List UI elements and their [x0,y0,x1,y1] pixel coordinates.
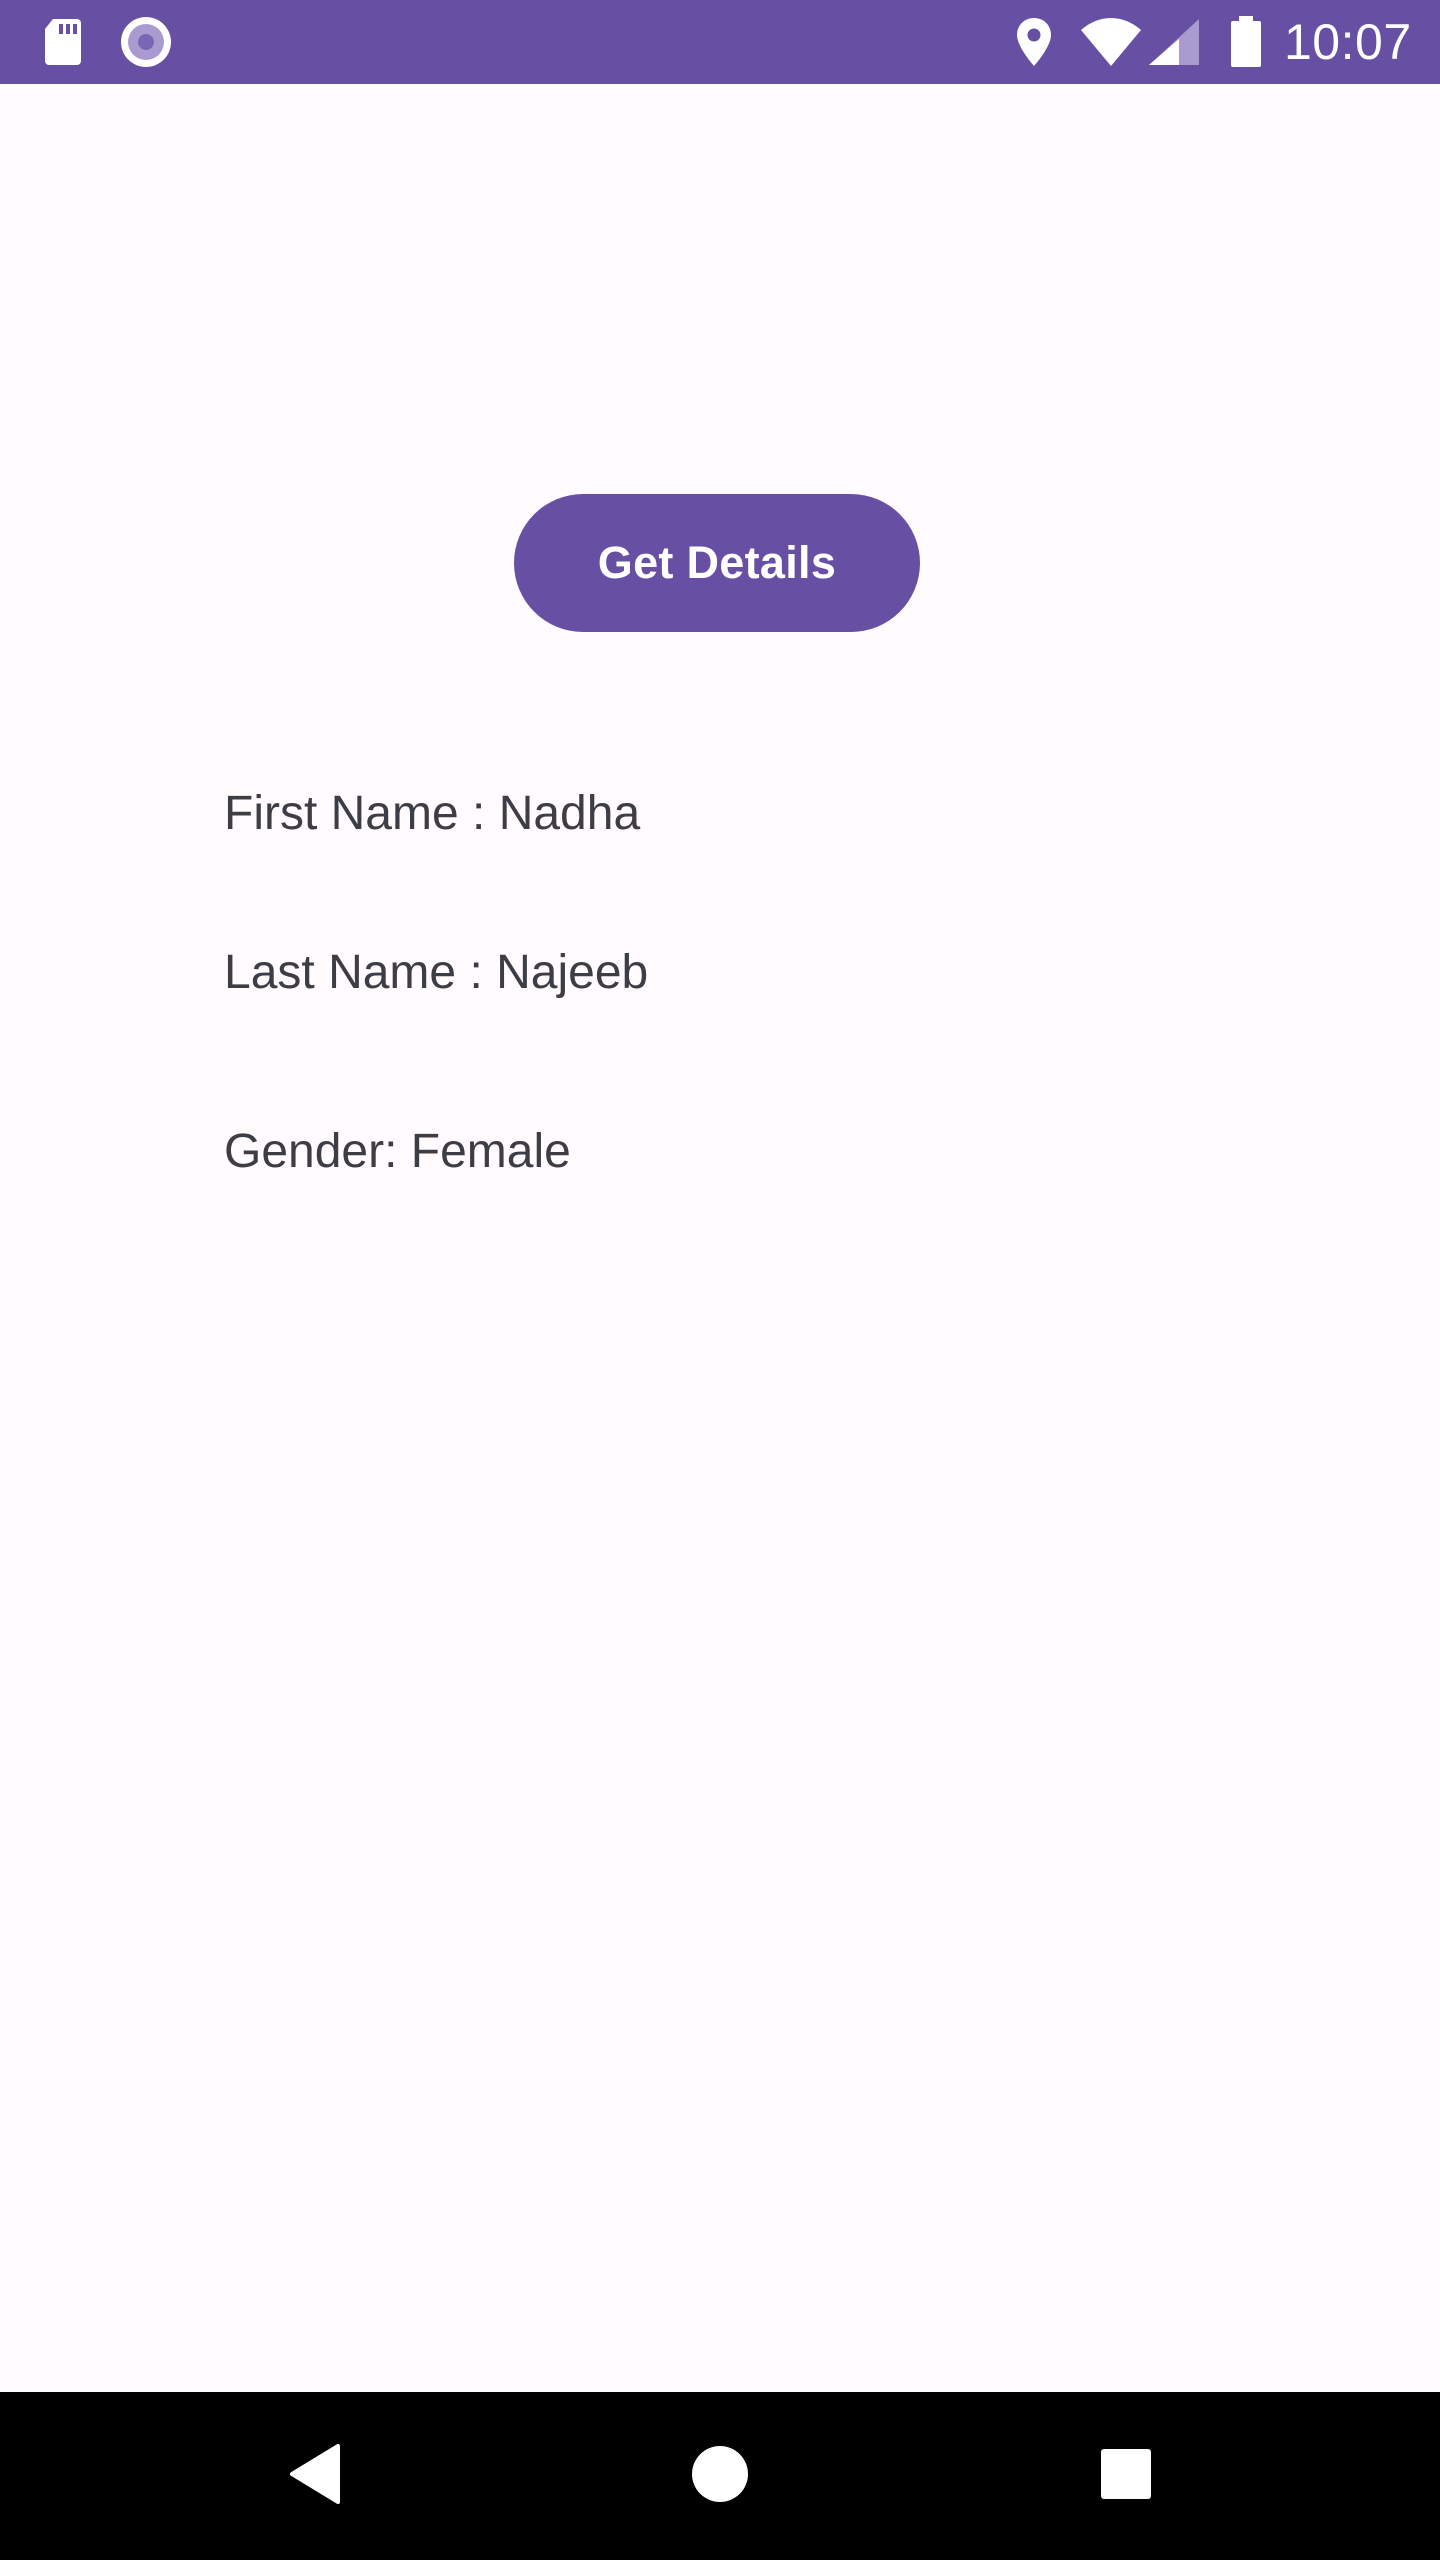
status-time: 10:07 [1284,14,1412,70]
navigation-bar [0,2392,1440,2560]
record-icon [118,0,174,84]
gender-text: Gender: Female [224,1125,571,1178]
sd-card-icon [40,0,86,84]
back-button[interactable] [236,2392,396,2560]
status-bar: 10:07 [0,0,1440,84]
last-name-text: Last Name : Najeeb [224,946,649,999]
recents-icon [1099,2447,1153,2506]
battery-icon [1226,0,1266,84]
first-name-text: First Name : Nadha [224,787,641,840]
back-icon [286,2442,346,2511]
get-details-button[interactable]: Get Details [514,494,920,632]
home-icon [690,2444,750,2509]
location-icon [1012,0,1056,84]
recents-button[interactable] [1046,2392,1206,2560]
home-button[interactable] [640,2392,800,2560]
wifi-icon [1078,0,1144,84]
signal-icon [1146,0,1202,84]
